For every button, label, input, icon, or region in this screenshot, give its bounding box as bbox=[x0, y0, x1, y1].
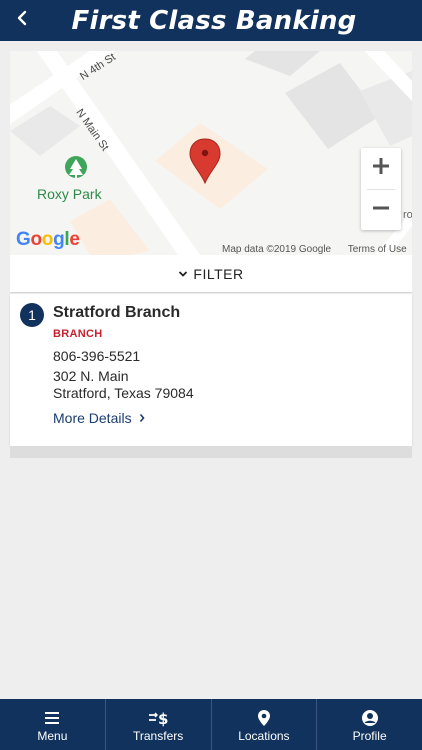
map-footer: Map data ©2019 Google Terms of Use bbox=[222, 244, 412, 255]
minus-icon bbox=[371, 198, 391, 223]
zoom-out-button[interactable] bbox=[361, 190, 401, 231]
filter-button[interactable]: FILTER bbox=[10, 255, 412, 293]
zoom-in-button[interactable] bbox=[361, 148, 401, 189]
nav-locations[interactable]: Locations bbox=[212, 699, 318, 750]
nav-profile-label: Profile bbox=[352, 729, 387, 743]
terms-of-use-link[interactable]: Terms of Use bbox=[348, 244, 407, 255]
location-card[interactable]: 1 Stratford Branch BRANCH 806-396-5521 3… bbox=[10, 294, 412, 446]
phone-number[interactable]: 806-396-5521 bbox=[53, 348, 140, 364]
chevron-right-icon bbox=[139, 413, 145, 423]
map-data-credit: Map data ©2019 Google bbox=[222, 244, 332, 255]
nav-transfers[interactable]: $ Transfers bbox=[106, 699, 212, 750]
address-line-2: Stratford, Texas 79084 bbox=[53, 385, 194, 401]
location-pin-icon bbox=[257, 708, 271, 728]
chevron-down-icon bbox=[178, 265, 188, 283]
menu-icon bbox=[44, 708, 60, 728]
branch-type-label: BRANCH bbox=[53, 328, 103, 340]
more-details-label: More Details bbox=[53, 410, 132, 426]
map-view[interactable]: N 4th St N Main St Roxy Park ro Google M… bbox=[10, 51, 412, 255]
list-footer-bar bbox=[10, 446, 412, 458]
app-header: First Class Banking bbox=[0, 0, 422, 41]
nav-transfers-label: Transfers bbox=[133, 729, 184, 743]
nav-menu-label: Menu bbox=[37, 729, 68, 743]
nav-locations-label: Locations bbox=[238, 729, 290, 743]
plus-icon bbox=[371, 156, 391, 181]
nav-menu[interactable]: Menu bbox=[0, 699, 106, 750]
map-edge-label: ro bbox=[403, 209, 412, 221]
filter-label: FILTER bbox=[193, 265, 244, 282]
more-details-link[interactable]: More Details bbox=[53, 410, 145, 426]
transfers-icon: $ bbox=[148, 708, 168, 728]
zoom-control bbox=[361, 148, 401, 230]
back-button[interactable] bbox=[10, 8, 34, 32]
chevron-left-icon bbox=[15, 10, 29, 31]
location-number-badge: 1 bbox=[20, 303, 44, 327]
google-logo: Google bbox=[16, 229, 80, 250]
park-label: Roxy Park bbox=[37, 186, 102, 202]
bottom-nav: Menu $ Transfers Locations Profile bbox=[0, 699, 422, 750]
nav-profile[interactable]: Profile bbox=[317, 699, 422, 750]
app-title: First Class Banking bbox=[71, 5, 357, 36]
address-line-1: 302 N. Main bbox=[53, 368, 129, 384]
profile-icon bbox=[361, 708, 379, 728]
map-background bbox=[10, 51, 412, 255]
branch-name: Stratford Branch bbox=[53, 304, 181, 321]
svg-text:$: $ bbox=[158, 710, 168, 727]
